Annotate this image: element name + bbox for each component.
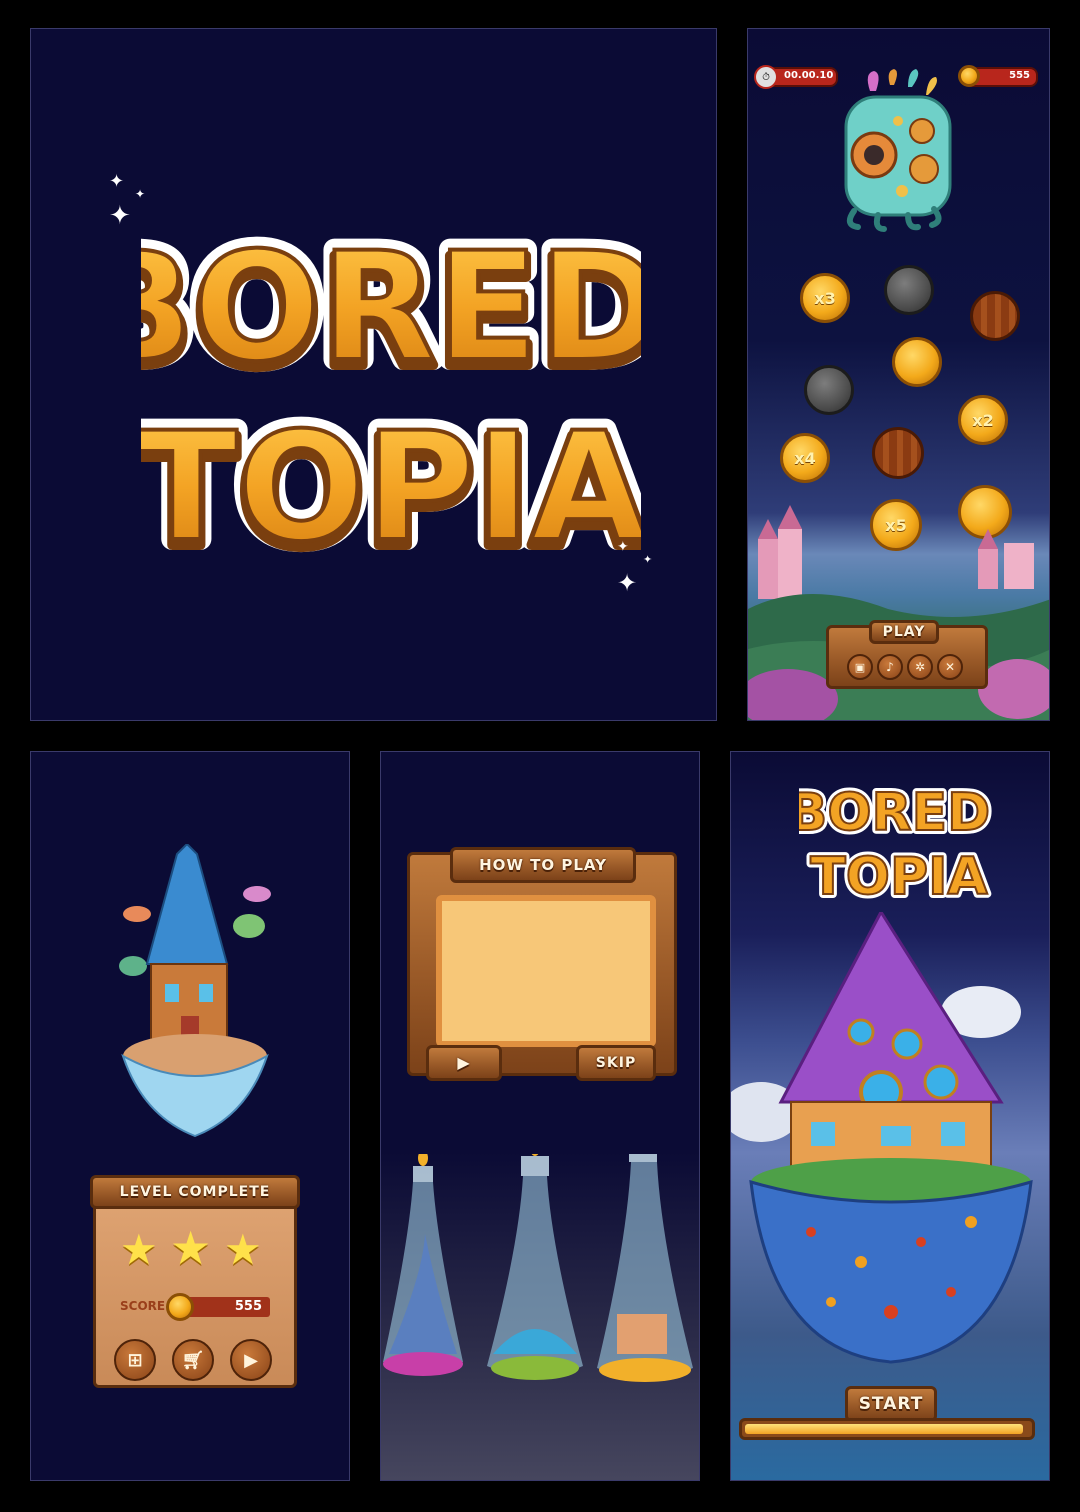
star-icon: ★ [170,1221,212,1275]
potion-bottle [597,1154,693,1382]
close-icon[interactable]: ✕ [937,654,963,680]
sparkle-icon: ✦ [135,187,146,201]
loading-bar-fill [745,1424,1024,1434]
play-button[interactable]: PLAY [869,620,939,644]
small-game-logo: BORED BORED TOPIA TOPIA [799,779,994,910]
potion-bottles [383,1154,693,1382]
multiplier-coin[interactable]: x2 [958,395,1008,445]
play-menu: PLAY ▣ ♪ ✲ ✕ [826,620,988,689]
level-complete-board: LEVEL COMPLETE ★ ★ ★ SCORE 555 ⊞ 🛒︎ ▶ [90,1175,300,1388]
logo-line1-fill: BORED [141,221,641,395]
dark-coin[interactable] [804,365,854,415]
floating-house-island [119,844,271,1138]
how-to-play-panel: HOW TO PLAY ▶ SKIP [380,751,700,1481]
stopwatch-icon: ⏱ [754,65,778,89]
score-label: SCORE [120,1299,166,1313]
timer-value: 00.00.10 [784,70,834,81]
coin-counter: 555 [958,65,1038,87]
star-icon: ★ [120,1225,158,1274]
coin-icon [166,1293,194,1321]
gameplay-panel: ⏱ 00.00.10 555 x3 x2 x4 x5 PLAY ▣ ♪ ✲ ✕ [747,28,1050,721]
game-logo: BORED BORED BORED TOPIA TOPIA TOPIA [141,210,641,569]
score-bar: 555 [166,1293,270,1321]
sparkle-icon: ✦ [109,201,131,231]
wooden-coin[interactable] [872,427,924,479]
logo-panel: ✦ ✦ ✦ BORED BORED BORED TOPIA TOPIA TOPI… [30,28,717,721]
potion-bottle [383,1154,463,1376]
gold-coin[interactable] [892,337,942,387]
logo-line2-fill: TOPIA [141,401,641,569]
speaker-creature [844,69,952,232]
sparkle-icon: ✦ [643,553,653,566]
music-icon[interactable]: ♪ [877,654,903,680]
levels-grid-button[interactable]: ⊞ [114,1339,156,1381]
small-logo-line2-fill: TOPIA [810,847,987,907]
skip-button[interactable]: SKIP [576,1045,656,1081]
score-value: 555 [234,1299,262,1314]
multiplier-coin[interactable]: x4 [780,433,830,483]
gear-icon[interactable]: ✲ [907,654,933,680]
timer: ⏱ 00.00.10 [754,65,838,89]
wooden-coin[interactable] [970,291,1020,341]
loading-bar [739,1418,1035,1440]
lock-icon[interactable]: ▣ [847,654,873,680]
how-to-play-title: HOW TO PLAY [450,847,636,883]
sparkle-icon: ✦ [617,569,638,597]
shop-cart-button[interactable]: 🛒︎ [172,1339,214,1381]
instructions-area [436,895,656,1047]
start-button[interactable]: START [845,1386,937,1422]
dark-coin[interactable] [884,265,934,315]
potion-bottle [487,1154,583,1380]
sparkle-icon: ✦ [617,539,629,555]
level-complete-title: LEVEL COMPLETE [90,1175,300,1209]
multiplier-coin[interactable]: x3 [800,273,850,323]
how-to-play-board: HOW TO PLAY ▶ SKIP [407,847,677,1081]
sparkle-icon: ✦ [109,171,125,192]
wizard-house-island [731,912,1033,1364]
start-panel: BORED BORED TOPIA TOPIA START [730,751,1050,1481]
next-level-play-button[interactable]: ▶ [230,1339,272,1381]
coin-count: 555 [1009,70,1030,81]
small-logo-line1-fill: BORED [799,783,990,843]
star-icon: ★ [224,1225,262,1274]
play-tutorial-button[interactable]: ▶ [426,1045,502,1081]
level-complete-panel: LEVEL COMPLETE ★ ★ ★ SCORE 555 ⊞ 🛒︎ ▶ [30,751,350,1481]
